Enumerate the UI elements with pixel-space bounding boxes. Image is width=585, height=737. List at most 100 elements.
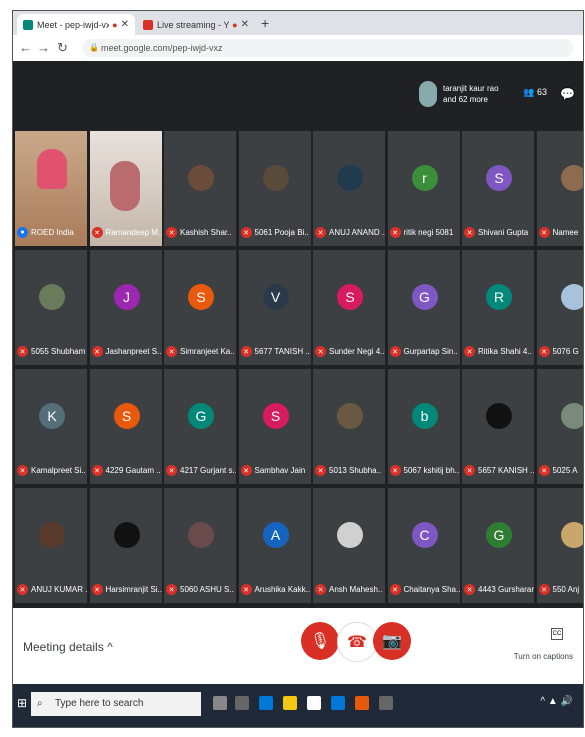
- windows-taskbar: ⊞ ⌕ Type here to search ^ ▲ 🔊: [13, 684, 583, 727]
- participant-tile[interactable]: ✕ Ramandeep M..: [89, 131, 162, 246]
- participant-tile[interactable]: ✕ 5061 Pooja Bi..: [238, 131, 311, 246]
- participant-tile[interactable]: ✕ 5076 G: [536, 250, 584, 365]
- participant-name-text: Sambhav Jain: [254, 466, 306, 475]
- participant-tile[interactable]: G ✕ 4217 Gurjant s..: [164, 369, 236, 484]
- participant-avatar: R: [486, 284, 512, 310]
- tab-meet[interactable]: Meet - pep-iwjd-vxz ● ✕: [17, 14, 135, 35]
- captions-icon[interactable]: CC: [551, 628, 563, 640]
- mail-icon[interactable]: [331, 696, 345, 710]
- url-field[interactable]: 🔒 meet.google.com/pep-iwjd-vxz: [83, 39, 573, 57]
- captions-label[interactable]: Turn on captions: [514, 652, 573, 661]
- participant-tile[interactable]: ✕ Namee: [536, 131, 584, 246]
- system-tray-icon[interactable]: ^ ▲ 🔊: [540, 696, 573, 707]
- camera-toggle-button[interactable]: 📷: [373, 622, 411, 660]
- participant-name: ✕ Namee: [538, 227, 584, 238]
- participant-tile[interactable]: S ✕ Sunder Negi 4..: [313, 250, 385, 365]
- cortana-icon[interactable]: [213, 696, 227, 710]
- participant-tile[interactable]: A ✕ Arushika Kakk..: [238, 488, 311, 603]
- mic-muted-icon: ✕: [464, 346, 475, 357]
- participant-tile[interactable]: K ✕ Kamalpreet Si..: [15, 369, 87, 484]
- mic-muted-icon: ✕: [538, 584, 550, 595]
- participant-summary[interactable]: taranjit kaur rao and 62 more: [419, 81, 503, 107]
- taskbar-search-placeholder: Type here to search: [55, 698, 144, 709]
- windows-start-icon[interactable]: ⊞: [17, 696, 27, 710]
- meeting-details-button[interactable]: Meeting details ^: [23, 640, 113, 654]
- camera-off-icon: 📷: [382, 633, 402, 650]
- mic-muted-icon: ✕: [538, 346, 550, 357]
- participant-name: ✕ ANUJ ANAND ..: [315, 227, 385, 238]
- participant-tile[interactable]: V ✕ 5677 TANISH ..: [238, 250, 311, 365]
- participant-name-text: 5067 kshitij bh..: [403, 466, 460, 475]
- people-button[interactable]: 👥 63: [523, 87, 547, 98]
- participant-name: ✕ 5076 G: [538, 346, 584, 357]
- participant-avatar: S: [188, 284, 214, 310]
- file-explorer-icon[interactable]: [283, 696, 297, 710]
- participant-tile[interactable]: ✕ 550 Anj: [536, 488, 583, 603]
- participant-tile[interactable]: r ✕ ritik negi 5081: [387, 131, 460, 246]
- participant-avatar: [262, 165, 289, 191]
- participant-tile[interactable]: ● ROED India: [15, 131, 87, 246]
- participant-tile[interactable]: ✕ ANUJ KUMAR ..: [15, 488, 87, 603]
- participant-tile[interactable]: ✕ 5013 Shubha..: [313, 369, 385, 484]
- participant-name: ✕ Gurpartap Sin..: [389, 346, 460, 357]
- participant-tile[interactable]: ✕ Kashish Shar..: [164, 131, 236, 246]
- mic-muted-icon: ✕: [389, 465, 401, 476]
- back-arrow-icon[interactable]: ←: [19, 40, 32, 55]
- chat-icon[interactable]: 💬: [560, 87, 575, 101]
- participant-name: ✕ 5061 Pooja Bi..: [240, 227, 311, 238]
- edge-icon[interactable]: [259, 696, 273, 710]
- participant-tile[interactable]: C ✕ Chaitanya Sha..: [387, 488, 460, 603]
- mic-muted-icon: ✕: [389, 227, 401, 238]
- participant-tile[interactable]: ✕ 5060 ASHU S..: [164, 488, 236, 603]
- new-tab-button[interactable]: +: [261, 15, 269, 31]
- taskbar-search[interactable]: ⌕ Type here to search: [31, 692, 201, 716]
- mic-muted-icon: ✕: [315, 584, 326, 595]
- chrome-icon[interactable]: [355, 696, 369, 710]
- participant-tile[interactable]: ✕ 5055 Shubham: [15, 250, 87, 365]
- leave-call-button[interactable]: ☎: [337, 622, 377, 662]
- participant-name: ✕ 5060 ASHU S..: [166, 584, 236, 595]
- browser-tab-bar: Meet - pep-iwjd-vxz ● ✕ Live streaming -…: [13, 11, 583, 35]
- participant-tile[interactable]: G ✕ 4443 Gursharan: [462, 488, 534, 603]
- participant-tile[interactable]: G ✕ Gurpartap Sin..: [387, 250, 460, 365]
- participant-name-text: Gurpartap Sin..: [403, 347, 458, 356]
- participant-tile[interactable]: ✕ Harsimranjit Si..: [89, 488, 162, 603]
- participant-avatar: V: [262, 284, 289, 310]
- participant-tile[interactable]: S ✕ Simranjeet Ka..: [164, 250, 236, 365]
- participant-tile[interactable]: ✕ ANUJ ANAND ..: [313, 131, 385, 246]
- participant-tile[interactable]: b ✕ 5067 kshitij bh..: [387, 369, 460, 484]
- participant-name: ✕ Ansh Mahesh..: [315, 584, 385, 595]
- mic-muted-icon: ✕: [464, 465, 475, 476]
- mic-muted-icon: ✕: [240, 584, 252, 595]
- mute-microphone-button[interactable]: 🎙: [301, 622, 339, 660]
- participant-name: ✕ 4217 Gurjant s..: [166, 465, 236, 476]
- tab-youtube[interactable]: Live streaming - YouTube St ● ✕: [137, 14, 255, 35]
- participant-name-text: 5061 Pooja Bi..: [254, 228, 309, 237]
- tab-youtube-title: Live streaming - YouTube St: [157, 19, 229, 30]
- store-icon[interactable]: [307, 696, 321, 710]
- participant-tile[interactable]: ✕ 5025 A: [536, 369, 583, 484]
- meet-top-bar: taranjit kaur rao and 62 more 👥 63 💬: [13, 61, 583, 131]
- close-tab-icon[interactable]: ✕: [241, 19, 249, 30]
- participant-tile[interactable]: ✕ Ansh Mahesh..: [313, 488, 385, 603]
- participant-tile[interactable]: R ✕ Ritika Shahi 4..: [462, 250, 534, 365]
- app-icon[interactable]: [379, 696, 393, 710]
- close-tab-icon[interactable]: ✕: [121, 19, 129, 30]
- task-view-icon[interactable]: [235, 696, 249, 710]
- participant-name-text: ritik negi 5081: [403, 228, 454, 237]
- mic-muted-icon: ✕: [538, 227, 550, 238]
- participant-name: ✕ 4229 Gautam ..: [91, 465, 162, 476]
- forward-arrow-icon[interactable]: →: [37, 40, 50, 55]
- participant-tile[interactable]: S ✕ Shivani Gupta: [462, 131, 534, 246]
- participant-tile[interactable]: ✕ 5657 KANISH ..: [462, 369, 534, 484]
- participant-tile[interactable]: J ✕ Jashanpreet S..: [89, 250, 162, 365]
- participant-avatar: [560, 522, 583, 548]
- participant-name: ✕ Jashanpreet S..: [91, 346, 162, 357]
- participant-name-text: 5657 KANISH ..: [478, 466, 534, 475]
- participant-name-text: Namee: [552, 228, 579, 237]
- address-bar: ← → ↻ 🔒 meet.google.com/pep-iwjd-vxz: [13, 35, 583, 62]
- participant-tile[interactable]: S ✕ 4229 Gautam ..: [89, 369, 162, 484]
- participant-tile[interactable]: S ✕ Sambhav Jain: [238, 369, 311, 484]
- reload-icon[interactable]: ↻: [57, 40, 68, 56]
- participant-name-text: 5060 ASHU S..: [180, 585, 234, 594]
